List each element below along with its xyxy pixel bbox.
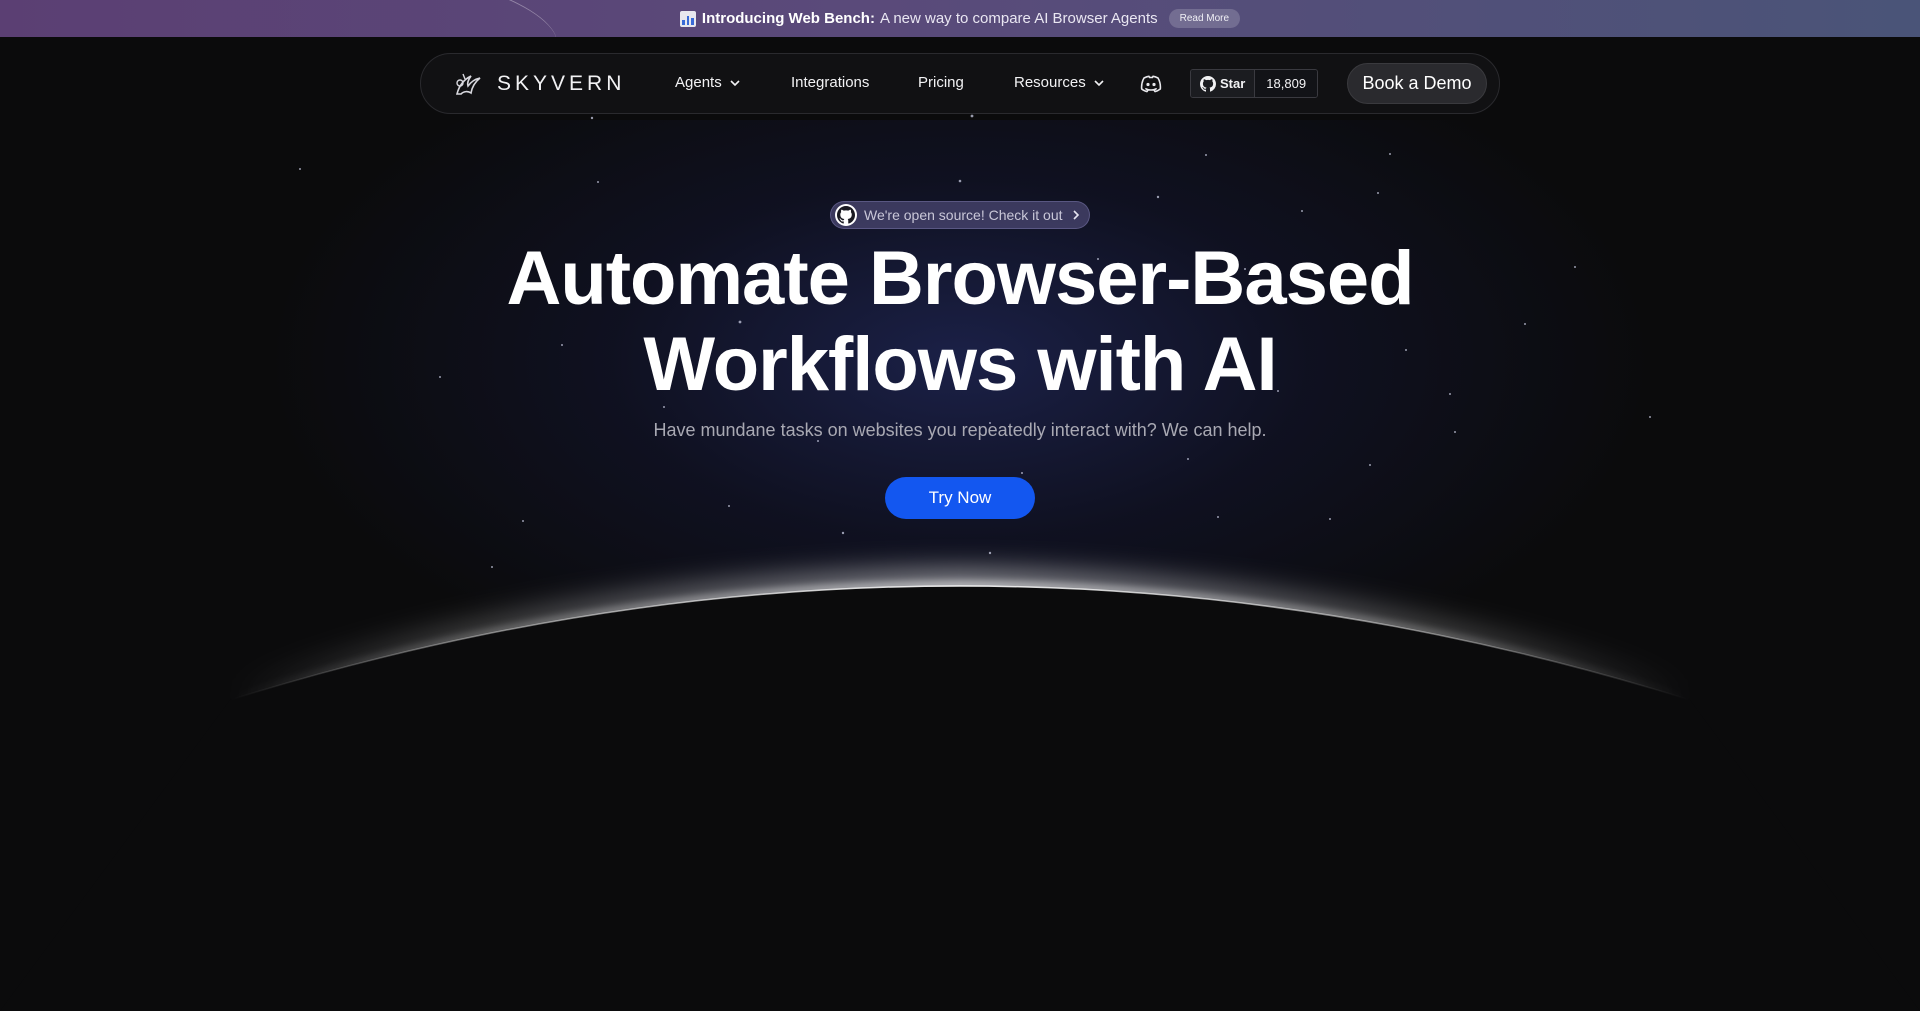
announcement-bar[interactable]: Introducing Web Bench: A new way to comp… bbox=[0, 0, 1920, 37]
skyvern-logo-icon bbox=[455, 73, 481, 95]
hero-subheading: Have mundane tasks on websites you repea… bbox=[653, 420, 1267, 440]
github-icon bbox=[1200, 75, 1216, 92]
book-demo-button[interactable]: Book a Demo bbox=[1347, 63, 1487, 104]
nav-agents-label: Agents bbox=[675, 74, 722, 91]
github-icon bbox=[835, 204, 857, 226]
hero-headline: Automate Browser-Based Workflows with AI bbox=[360, 236, 1560, 408]
github-star-button[interactable]: Star bbox=[1191, 70, 1256, 97]
read-more-button[interactable]: Read More bbox=[1168, 9, 1241, 28]
try-now-button[interactable]: Try Now bbox=[885, 477, 1035, 519]
discord-icon[interactable] bbox=[1139, 72, 1163, 96]
chevron-down-icon bbox=[730, 79, 740, 86]
nav-integrations-label: Integrations bbox=[791, 74, 870, 91]
hero-headline-line2: Workflows with AI bbox=[643, 322, 1277, 407]
badge-text: We're open source! Check it out bbox=[864, 207, 1063, 223]
nav-agents[interactable]: Agents bbox=[675, 74, 741, 91]
open-source-badge[interactable]: We're open source! Check it out bbox=[830, 201, 1090, 229]
announcement-text: A new way to compare AI Browser Agents bbox=[879, 10, 1158, 27]
github-star-label: Star bbox=[1220, 76, 1246, 91]
decorative-streak bbox=[394, 0, 566, 37]
announcement-title: Introducing Web Bench: bbox=[701, 10, 875, 27]
nav-integrations[interactable]: Integrations bbox=[791, 74, 869, 91]
logo-text: SKYVERN bbox=[497, 72, 626, 95]
nav-pricing[interactable]: Pricing bbox=[918, 74, 964, 91]
logo[interactable]: SKYVERN bbox=[451, 68, 625, 100]
nav-pricing-label: Pricing bbox=[918, 74, 964, 91]
github-star-count[interactable]: 18,809 bbox=[1255, 70, 1318, 97]
main-navigation: SKYVERN Agents Integrations Pricing Reso… bbox=[420, 53, 1500, 114]
github-star-widget[interactable]: Star 18,809 bbox=[1190, 69, 1319, 98]
chevron-down-icon bbox=[1094, 79, 1104, 86]
chevron-right-icon bbox=[1072, 210, 1079, 220]
nav-resources[interactable]: Resources bbox=[1014, 74, 1105, 91]
star-field bbox=[299, 114, 1651, 568]
nav-resources-label: Resources bbox=[1014, 74, 1086, 91]
bar-chart-icon bbox=[679, 10, 696, 27]
hero-headline-line1: Automate Browser-Based bbox=[506, 236, 1414, 321]
